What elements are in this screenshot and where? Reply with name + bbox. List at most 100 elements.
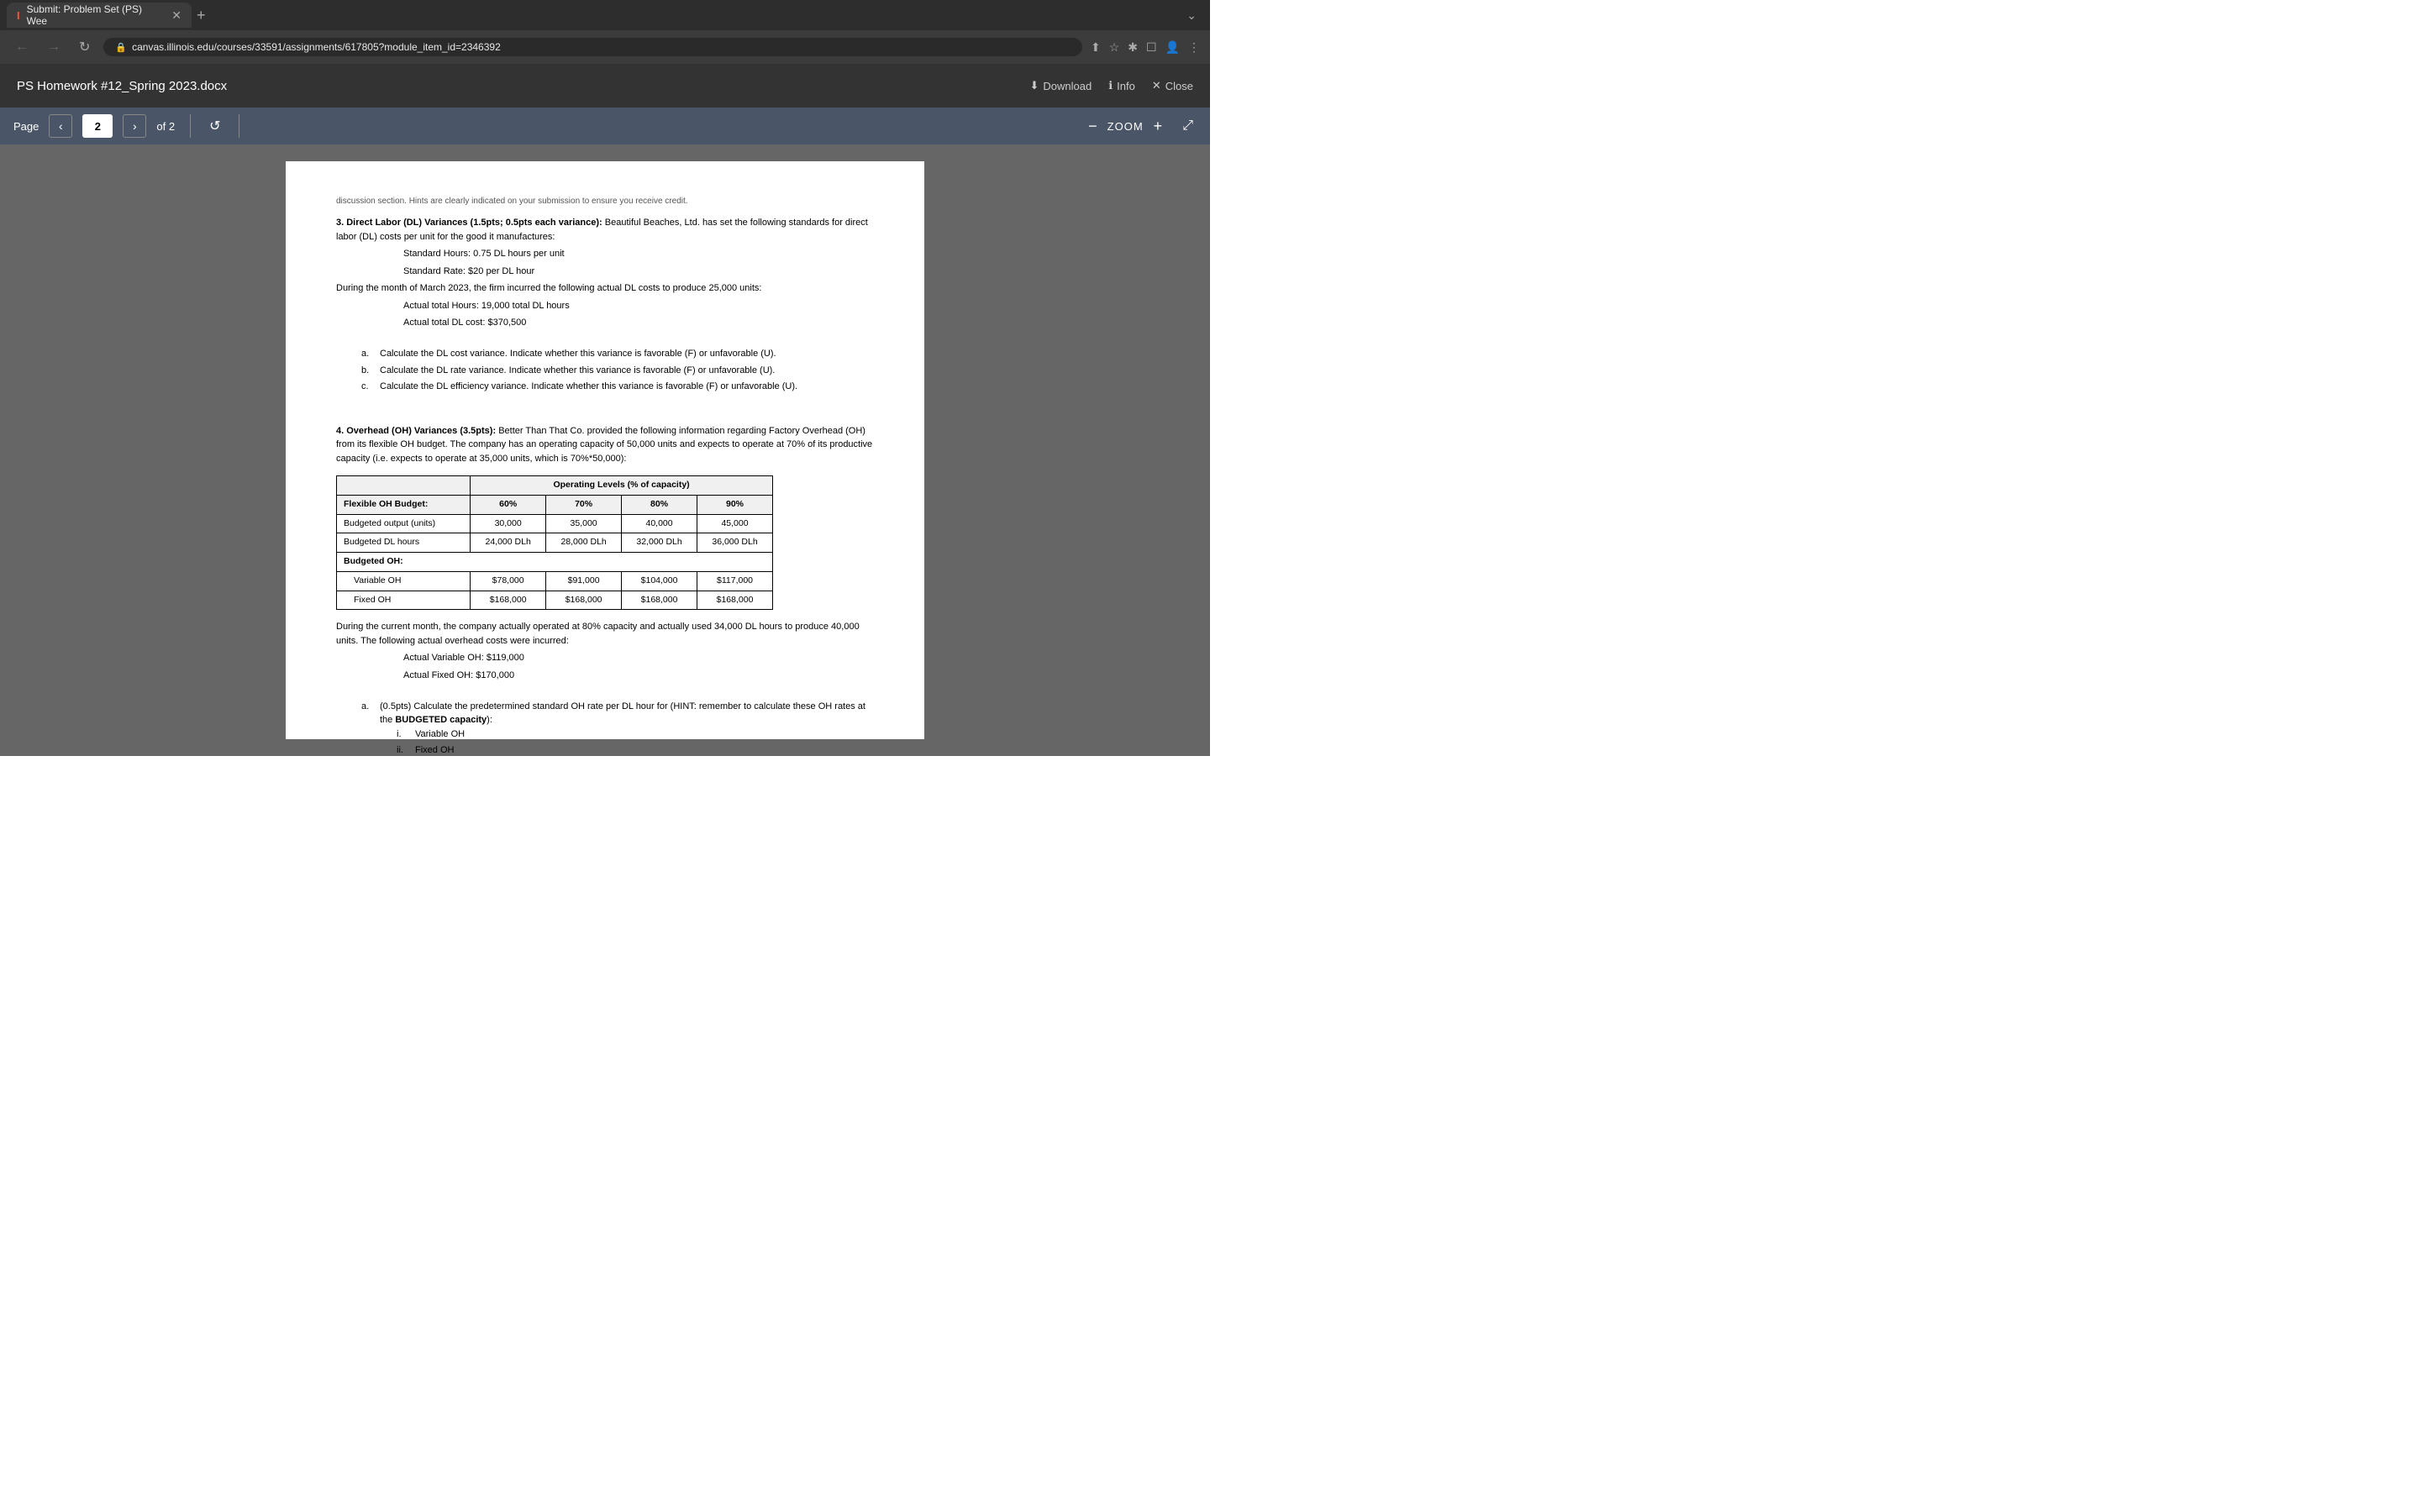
item-text-c: Calculate the DL efficiency variance. In…	[380, 380, 797, 394]
table-col-0: Flexible OH Budget:	[337, 495, 471, 514]
current-page-number[interactable]: 2	[82, 114, 113, 138]
browser-tab[interactable]: I Submit: Problem Set (PS) Wee ✕	[7, 3, 192, 28]
table-row: Budgeted DL hours 24,000 DLh 28,000 DLh …	[337, 533, 773, 553]
app-header: PS Homework #12_Spring 2023.docx ⬇ Downl…	[0, 64, 1210, 108]
table-col-4: 90%	[697, 495, 773, 514]
table-col-1: 60%	[471, 495, 546, 514]
list-item: i. Variable OH	[397, 727, 874, 742]
total-pages: of 2	[156, 120, 175, 133]
tab-close-button[interactable]: ✕	[171, 8, 182, 23]
forward-button[interactable]: →	[42, 38, 66, 56]
profile-icon[interactable]: 👤	[1165, 40, 1180, 55]
row-val-0-4: 45,000	[697, 514, 773, 533]
url-bar[interactable]: 🔒 canvas.illinois.edu/courses/33591/assi…	[103, 38, 1082, 56]
section3-heading: 3. Direct Labor (DL) Variances (1.5pts; …	[336, 216, 874, 244]
zoom-in-button[interactable]: +	[1149, 116, 1168, 137]
row-val-3-1: $78,000	[471, 571, 546, 591]
standard-hours: Standard Hours: 0.75 DL hours per unit	[403, 247, 874, 261]
new-tab-button[interactable]: +	[197, 7, 206, 24]
row-val-0-1: 30,000	[471, 514, 546, 533]
section4-list: a. (0.5pts) Calculate the predetermined …	[361, 700, 874, 756]
back-button[interactable]: ←	[10, 38, 34, 56]
toolbar-divider	[190, 114, 191, 138]
section3-actual-intro: During the month of March 2023, the firm…	[336, 281, 874, 296]
bookmark-icon[interactable]: ☆	[1109, 40, 1120, 55]
page-label: Page	[13, 120, 39, 133]
table-row: Fixed OH $168,000 $168,000 $168,000 $168…	[337, 591, 773, 610]
actual-hours: Actual total Hours: 19,000 total DL hour…	[403, 299, 874, 313]
actual-cost: Actual total DL cost: $370,500	[403, 316, 874, 330]
reload-button[interactable]: ↻	[74, 37, 95, 57]
row-val-1-4: 36,000 DLh	[697, 533, 773, 553]
lock-icon: 🔒	[115, 42, 127, 53]
list-item: b. Calculate the DL rate variance. Indic…	[361, 364, 874, 378]
section4-heading: 4. Overhead (OH) Variances (3.5pts): Bet…	[336, 424, 874, 466]
row-val-3-4: $117,000	[697, 571, 773, 591]
item-content-a: (0.5pts) Calculate the predetermined sta…	[380, 700, 874, 756]
row-val-1-1: 24,000 DLh	[471, 533, 546, 553]
sub-text-ii: Fixed OH	[415, 743, 454, 756]
row-val-4-2: $168,000	[546, 591, 622, 610]
download-button[interactable]: ⬇ Download	[1029, 79, 1092, 92]
table-header-label	[337, 476, 471, 496]
document-area: discussion section. Hints are clearly in…	[0, 144, 1210, 756]
close-icon: ✕	[1152, 79, 1161, 92]
item-label-a: a.	[361, 700, 375, 756]
browser-toolbar-icons: ⬆ ☆ ✱ ☐ 👤 ⋮	[1091, 40, 1200, 55]
item-text-a: Calculate the DL cost variance. Indicate…	[380, 347, 776, 361]
row-label-0: Budgeted output (units)	[337, 514, 471, 533]
row-val-3-2: $91,000	[546, 571, 622, 591]
tab-menu-button[interactable]: ⌄	[1186, 8, 1197, 23]
row-val-4-3: $168,000	[622, 591, 697, 610]
info-button[interactable]: ℹ Info	[1108, 79, 1135, 92]
tab-title: Submit: Problem Set (PS) Wee	[27, 3, 166, 27]
item-text-a: (0.5pts) Calculate the predetermined sta…	[380, 701, 865, 726]
zoom-out-button[interactable]: −	[1083, 116, 1102, 137]
item-label-b: b.	[361, 364, 375, 378]
refresh-button[interactable]: ↺	[206, 114, 224, 138]
info-icon: ℹ	[1108, 79, 1113, 92]
sub-label-ii: ii.	[397, 743, 410, 756]
document-page: discussion section. Hints are clearly in…	[286, 161, 924, 739]
row-val-1-2: 28,000 DLh	[546, 533, 622, 553]
section3-list: a. Calculate the DL cost variance. Indic…	[361, 347, 874, 394]
table-row: Budgeted output (units) 30,000 35,000 40…	[337, 514, 773, 533]
actual-fixed-oh: Actual Fixed OH: $170,000	[403, 669, 874, 683]
section4-actual-paragraph: During the current month, the company ac…	[336, 620, 874, 648]
row-val-0-3: 40,000	[622, 514, 697, 533]
header-actions: ⬇ Download ℹ Info ✕ Close	[1029, 79, 1193, 92]
row-label-4: Fixed OH	[337, 591, 471, 610]
top-fade-text: discussion section. Hints are clearly in…	[336, 195, 874, 207]
list-item: c. Calculate the DL efficiency variance.…	[361, 380, 874, 394]
url-text: canvas.illinois.edu/courses/33591/assign…	[132, 41, 501, 53]
zoom-controls: − ZOOM + ⤢	[1083, 115, 1197, 137]
download-icon: ⬇	[1029, 79, 1039, 92]
item-label-a: a.	[361, 347, 375, 361]
tab-icon: I	[17, 9, 20, 22]
section4-actuals: Actual Variable OH: $119,000 Actual Fixe…	[403, 651, 874, 682]
menu-icon[interactable]: ⋮	[1188, 40, 1200, 55]
close-button[interactable]: ✕ Close	[1152, 79, 1193, 92]
table-col-3: 80%	[622, 495, 697, 514]
standard-rate: Standard Rate: $20 per DL hour	[403, 265, 874, 279]
sub-text-i: Variable OH	[415, 727, 465, 742]
row-val-1-3: 32,000 DLh	[622, 533, 697, 553]
table-operating-levels-header: Operating Levels (% of capacity)	[471, 476, 773, 496]
row-label-3: Variable OH	[337, 571, 471, 591]
table-row: Budgeted OH:	[337, 553, 773, 572]
actual-variable-oh: Actual Variable OH: $119,000	[403, 651, 874, 665]
section3-standards: Standard Hours: 0.75 DL hours per unit S…	[403, 247, 874, 278]
document-toolbar: Page ‹ 2 › of 2 ↺ − ZOOM + ⤢	[0, 108, 1210, 144]
next-page-button[interactable]: ›	[123, 114, 146, 138]
extensions-icon[interactable]: ✱	[1128, 40, 1138, 55]
section3-actuals: Actual total Hours: 19,000 total DL hour…	[403, 299, 874, 330]
share-icon[interactable]: ⬆	[1091, 40, 1101, 55]
oh-budget-table: Operating Levels (% of capacity) Flexibl…	[336, 475, 773, 610]
fullscreen-button[interactable]: ⤢	[1179, 115, 1197, 137]
row-label-1: Budgeted DL hours	[337, 533, 471, 553]
row-val-4-1: $168,000	[471, 591, 546, 610]
sub-label-i: i.	[397, 727, 410, 742]
item-text-b: Calculate the DL rate variance. Indicate…	[380, 364, 775, 378]
prev-page-button[interactable]: ‹	[49, 114, 72, 138]
reading-mode-icon[interactable]: ☐	[1146, 40, 1157, 55]
